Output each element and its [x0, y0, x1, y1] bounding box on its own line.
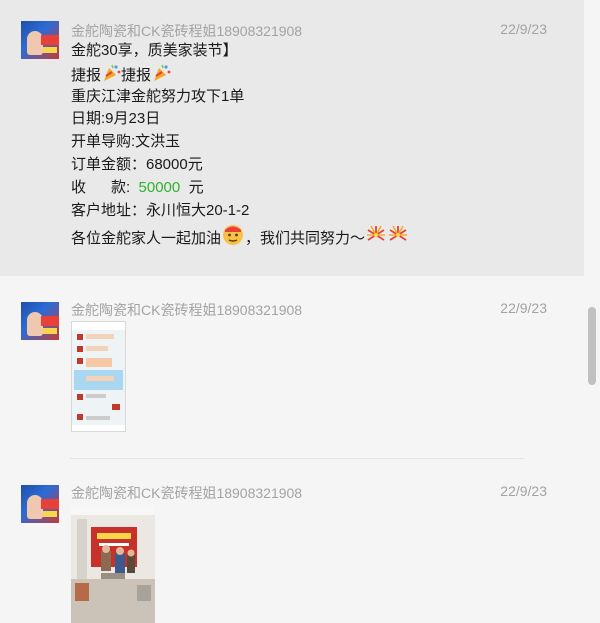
text-line: 收 款: 50000 元 [71, 177, 409, 200]
message-item-2[interactable]: 金舵陶瓷和CK瓷砖程姐18908321908 22/9/23 [0, 276, 584, 459]
text-line: 开单导购:文洪玉 [71, 133, 181, 151]
text-segment: 捷报 [71, 66, 102, 84]
text-line: 订单金额：68000元 [71, 155, 203, 173]
text-segment: 元 [180, 178, 204, 196]
scrollbar[interactable] [588, 307, 596, 385]
message-time: 22/9/23 [500, 483, 547, 499]
text-line: 金舵30享，质美家装节】 [71, 42, 238, 59]
store-photo-image[interactable] [71, 505, 155, 623]
amount-value: 50000 [138, 178, 181, 196]
text-segment: ，我们共同努力～ [245, 230, 366, 248]
text-line: 日期:9月23日 [71, 110, 161, 128]
message-time: 22/9/23 [500, 21, 547, 37]
text-line: 重庆江津金舵努力攻下1单 [71, 87, 245, 105]
avatar[interactable] [21, 302, 59, 340]
money-face-icon [221, 222, 245, 254]
message-time: 22/9/23 [500, 300, 547, 316]
sender-name: 金舵陶瓷和CK瓷砖程姐18908321908 [71, 485, 303, 501]
chat-screenshot-image[interactable] [71, 321, 126, 432]
fireworks-icon [365, 224, 387, 254]
text-line: 客户地址：永川恒大20-1-2 [71, 201, 250, 219]
fireworks-icon [387, 224, 409, 254]
message-text[interactable]: 金舵30享，质美家装节】 捷报 捷报 重庆江津金舵努力攻下1单 日期:9月23日… [71, 40, 409, 248]
text-line: 捷报 捷报 [71, 63, 409, 86]
avatar[interactable] [21, 485, 59, 523]
avatar[interactable] [21, 21, 59, 59]
message-item-1[interactable]: 金舵陶瓷和CK瓷砖程姐18908321908 22/9/23 金舵30享，质美家… [0, 0, 584, 276]
text-segment: 收 款: [71, 178, 139, 196]
text-segment: 各位金舵家人一起加油 [71, 230, 222, 248]
text-line: 各位金舵家人一起加油 ，我们共同努力～ [71, 222, 409, 248]
text-segment: 捷报 [121, 66, 152, 84]
sender-name: 金舵陶瓷和CK瓷砖程姐18908321908 [71, 302, 303, 318]
sender-name: 金舵陶瓷和CK瓷砖程姐18908321908 [71, 23, 303, 39]
message-item-3[interactable]: 金舵陶瓷和CK瓷砖程姐18908321908 22/9/23 [0, 459, 584, 623]
